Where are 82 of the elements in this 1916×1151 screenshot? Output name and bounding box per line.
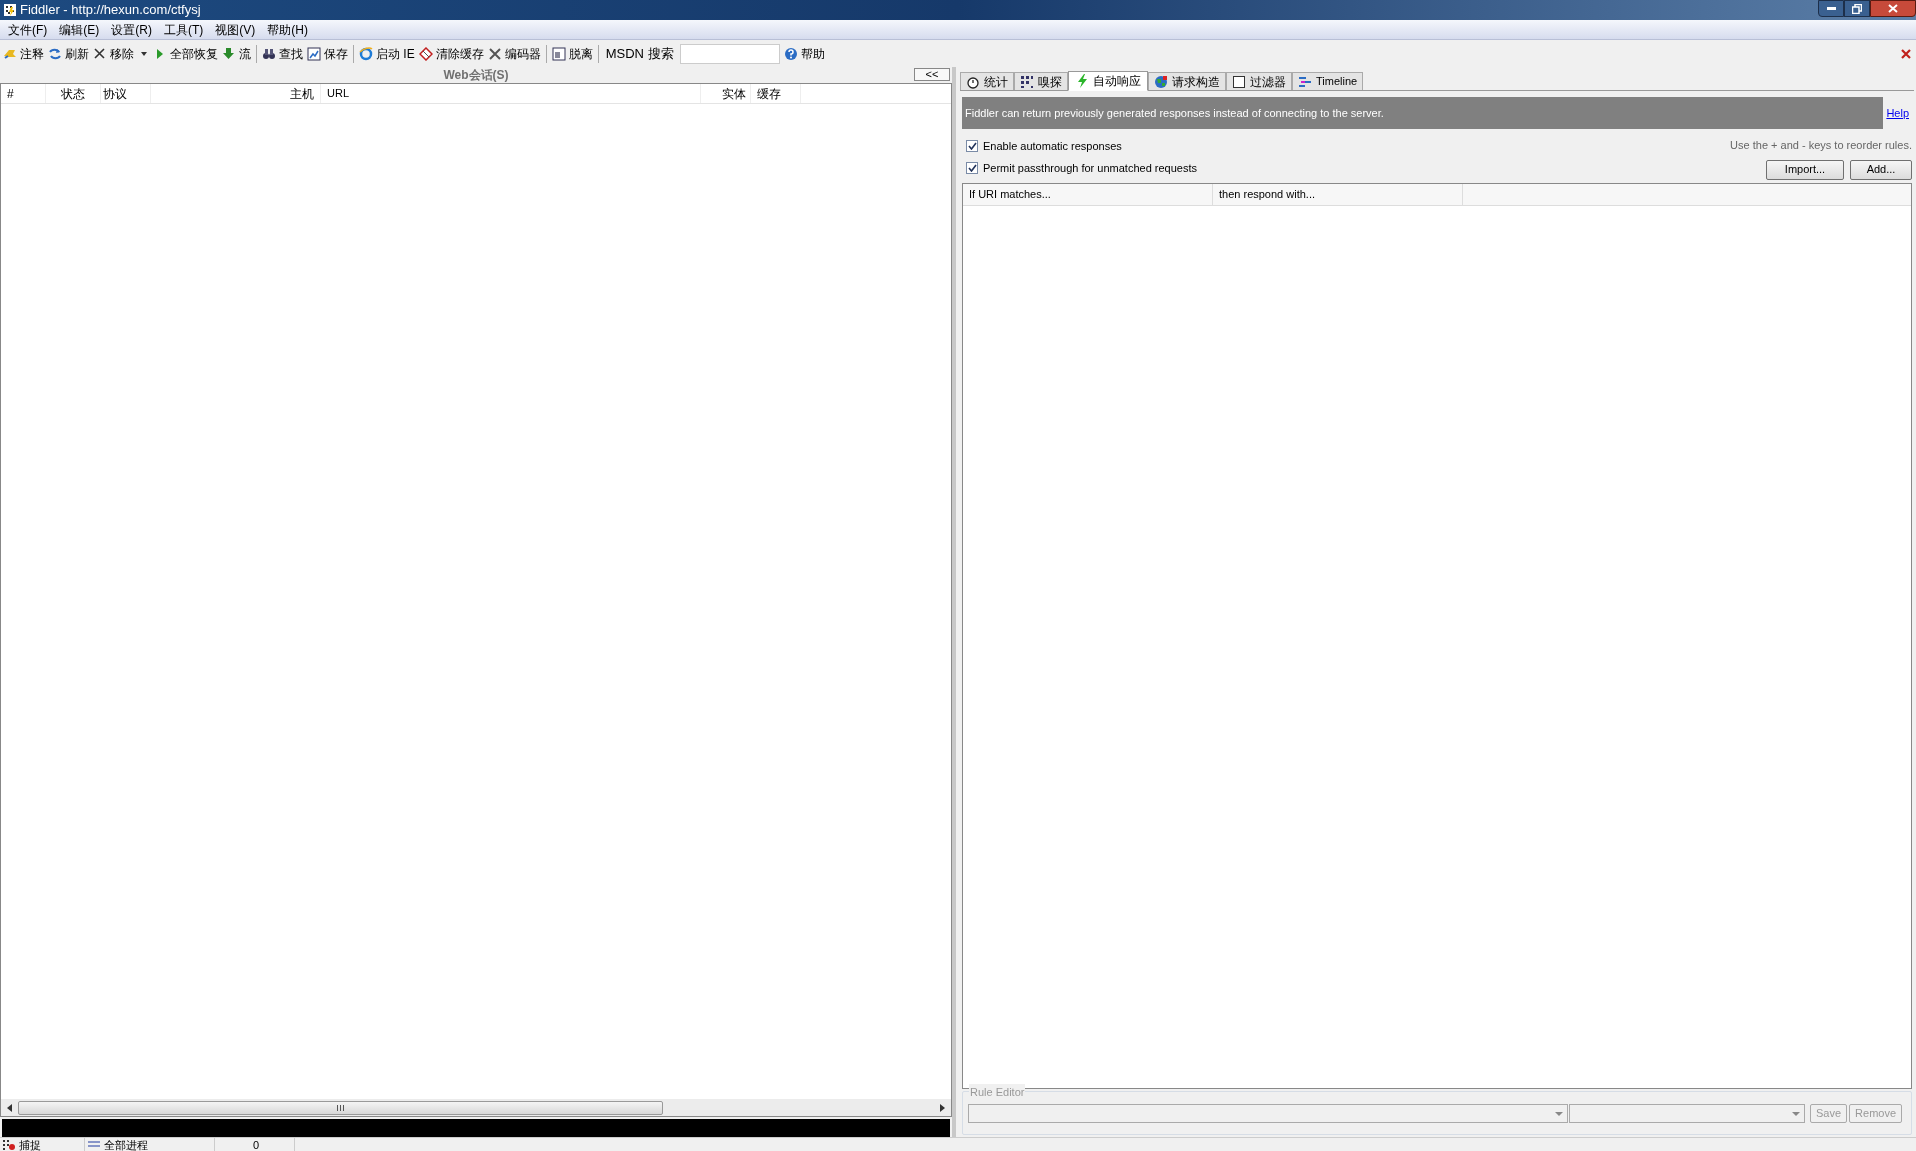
toolbar-button[interactable]: 流	[220, 42, 253, 65]
search-field[interactable]	[679, 43, 780, 64]
session-count: 0	[252, 1138, 260, 1151]
scroll-right-icon[interactable]	[940, 1103, 945, 1112]
checkbox-label: Enable automatic responses	[983, 138, 1122, 154]
toolbar-button[interactable]: 全部恢复	[151, 42, 220, 65]
checkbox-icon	[1232, 74, 1246, 89]
horizontal-scrollbar[interactable]	[1, 1099, 951, 1116]
toolbar-button[interactable]: 查找	[260, 42, 305, 65]
toolbar-button[interactable]: 编码器	[485, 42, 543, 65]
browser-icon	[359, 46, 373, 61]
column-header[interactable]: #	[1, 84, 46, 103]
minimize-button[interactable]	[1818, 0, 1844, 17]
menu-item[interactable]: 文件(F)	[2, 20, 54, 39]
minimize-icon	[1826, 7, 1836, 10]
close-icon[interactable]	[1901, 48, 1911, 59]
tab[interactable]: 统计	[960, 72, 1014, 90]
detach-icon	[551, 46, 566, 61]
menu-item[interactable]: 工具(T)	[158, 20, 210, 39]
menu-item[interactable]: 设置(R)	[105, 20, 158, 39]
toolbar-button[interactable]: 启动 IE	[357, 42, 417, 65]
tab[interactable]: 嗅探	[1014, 72, 1068, 90]
down-arrow-icon	[222, 46, 236, 61]
grip-icon	[337, 1104, 344, 1111]
menu-item[interactable]: 编辑(E)	[53, 20, 106, 39]
action-button[interactable]: Add...	[1850, 159, 1912, 180]
column-header[interactable]: 缓存	[751, 84, 801, 103]
help-link[interactable]: Help	[1886, 104, 1909, 122]
close-button[interactable]	[1870, 0, 1916, 17]
status-item[interactable]: 捕捉	[19, 1138, 41, 1151]
search-label: MSDN 搜索	[604, 44, 675, 63]
toolbar-button[interactable]: 清除缓存	[416, 42, 486, 65]
hint-text: Use the + and - keys to reorder rules.	[1730, 138, 1912, 153]
column-header[interactable]: then respond with...	[1213, 183, 1463, 205]
checkbox[interactable]	[966, 162, 978, 174]
window-title: Fiddler - http://hexun.com/ctfysj	[20, 1, 201, 20]
close-icon	[1888, 4, 1898, 13]
app-icon	[3, 3, 17, 17]
checkbox-label: Permit passthrough for unmatched requests	[983, 160, 1197, 176]
tab[interactable]: 过滤器	[1226, 72, 1292, 90]
toolbar-button[interactable]: 保存	[305, 42, 350, 65]
info-banner: Fiddler can return previously generated responses instead of connecting to the server.	[962, 97, 1884, 129]
collapse-button[interactable]: <<	[914, 68, 950, 81]
column-header[interactable]: 状态	[46, 84, 101, 103]
x-icon	[93, 46, 107, 61]
restore-button[interactable]	[1844, 0, 1870, 17]
capture-icon	[3, 1139, 15, 1150]
action-button[interactable]: Import...	[1766, 159, 1844, 180]
globe-icon	[1154, 74, 1168, 89]
toolbar-button[interactable]: 移除	[91, 42, 151, 65]
column-header[interactable]: If URI matches...	[963, 183, 1213, 205]
tab[interactable]: 自动响应	[1068, 71, 1148, 91]
scrollbar-thumb[interactable]	[18, 1100, 663, 1115]
process-icon	[88, 1140, 100, 1149]
menu-item[interactable]: 视图(V)	[209, 20, 262, 39]
toolbar-button[interactable]: 脱离	[549, 42, 595, 65]
save-icon	[307, 46, 321, 61]
eraser-icon	[418, 46, 433, 61]
toolbar-button[interactable]: 刷新	[46, 42, 91, 65]
scroll-left-icon[interactable]	[7, 1103, 12, 1112]
binoculars-icon	[262, 46, 276, 61]
tab[interactable]: Timeline	[1292, 72, 1364, 90]
timeline-icon	[1298, 74, 1312, 89]
column-header[interactable]: 协议	[101, 84, 151, 103]
refresh-icon	[48, 46, 62, 61]
toolbar-button[interactable]: 帮助	[781, 42, 827, 65]
dropdown-arrow-icon	[1792, 1111, 1800, 1116]
status-item[interactable]: 全部进程	[104, 1138, 148, 1151]
toolbar-button[interactable]: 注释	[1, 42, 46, 65]
menu-item[interactable]: 帮助(H)	[261, 20, 314, 39]
help-icon	[783, 46, 798, 61]
restore-icon	[1852, 3, 1862, 14]
grid-icon	[1020, 74, 1034, 89]
column-header[interactable]: 主机	[151, 84, 321, 103]
tab[interactable]: 请求构造	[1148, 72, 1226, 90]
lightning-icon	[1075, 74, 1089, 88]
column-header[interactable]: 实体	[701, 84, 751, 103]
panel-title: Web会话(S)	[443, 67, 509, 84]
stopwatch-icon	[966, 74, 980, 89]
dropdown-arrow-icon	[1555, 1111, 1563, 1116]
column-header[interactable]: URL	[321, 84, 701, 103]
checkbox[interactable]	[966, 140, 978, 152]
